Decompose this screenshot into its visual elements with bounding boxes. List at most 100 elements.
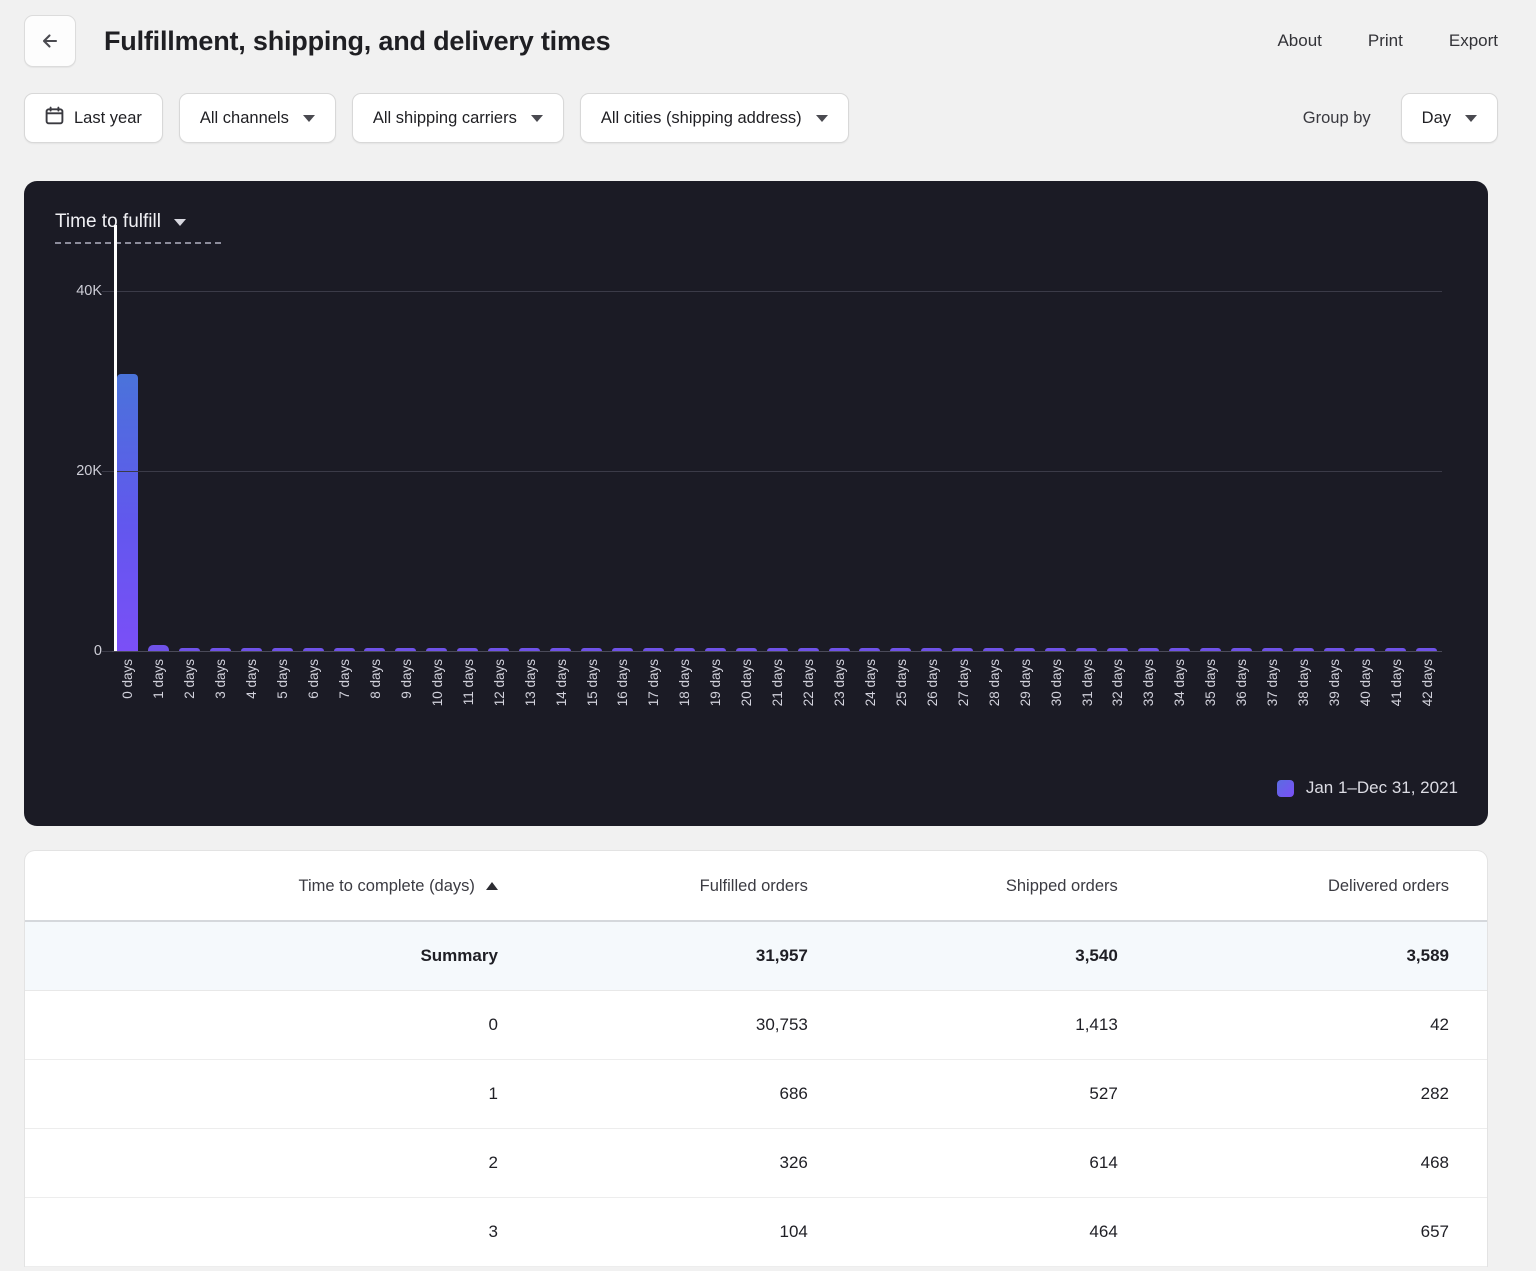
x-axis: 0 days 1 days 2 days 3 days 4 days 5 days 6 da… — [112, 653, 1442, 773]
plot-canvas[interactable] — [102, 225, 1442, 652]
chevron-down-icon — [173, 218, 186, 226]
chevron-down-icon — [302, 114, 315, 122]
date-range-filter[interactable]: Last year — [24, 93, 163, 143]
back-button[interactable] — [24, 15, 76, 67]
plot-area: 0 20K 40K 0 days 1 days 2 days 3 days 4 days 5 … — [24, 225, 1488, 826]
x-axis-tick: 6 days — [298, 653, 329, 773]
gridline — [102, 651, 1442, 652]
legend-label: Jan 1–Dec 31, 2021 — [1305, 778, 1458, 797]
hover-crosshair — [113, 225, 117, 651]
channels-filter[interactable]: All channels — [178, 93, 336, 143]
carriers-filter[interactable]: All shipping carriers — [351, 93, 564, 143]
x-axis-tick: 0 days — [112, 653, 143, 773]
x-axis-tick-label: 6 days — [306, 659, 322, 699]
column-header-delivered[interactable]: Delivered orders — [1147, 851, 1487, 922]
x-axis-tick: 8 days — [360, 653, 391, 773]
x-axis-tick-label: 31 days — [1079, 659, 1095, 707]
cell-days: 0 — [25, 990, 528, 1060]
metric-underline — [55, 242, 222, 244]
x-axis-tick-label: 26 days — [924, 659, 940, 707]
x-axis-tick-label: 27 days — [955, 659, 971, 707]
table-row-summary: Summary 31,957 3,540 3,589 — [25, 921, 1487, 991]
x-axis-tick-label: 30 days — [1048, 659, 1064, 707]
x-axis-tick: 38 days — [1288, 653, 1319, 773]
cell-fulfilled: 30,753 — [527, 990, 838, 1060]
x-axis-tick: 36 days — [1226, 653, 1257, 773]
x-axis-tick: 34 days — [1164, 653, 1195, 773]
gridline — [102, 471, 1442, 472]
data-table-card: Time to complete (days) Fulfilled orders… — [24, 850, 1488, 1267]
x-axis-tick-label: 18 days — [677, 659, 693, 707]
group-by-value: Day — [1421, 108, 1451, 127]
x-axis-tick-label: 24 days — [862, 659, 878, 707]
x-axis-tick: 27 days — [947, 653, 978, 773]
x-axis-tick: 33 days — [1133, 653, 1164, 773]
x-axis-tick: 29 days — [1009, 653, 1040, 773]
x-axis-tick-label: 35 days — [1203, 659, 1219, 707]
cell-shipped: 527 — [837, 1059, 1148, 1129]
x-axis-tick-label: 37 days — [1265, 659, 1281, 707]
x-axis-tick-label: 16 days — [615, 659, 631, 707]
about-link[interactable]: About — [1277, 31, 1321, 51]
x-axis-tick: 21 days — [762, 653, 793, 773]
x-axis-tick-label: 15 days — [584, 659, 600, 707]
x-axis-tick: 10 days — [421, 653, 452, 773]
table-head: Time to complete (days) Fulfilled orders… — [25, 851, 1487, 922]
x-axis-tick-label: 13 days — [522, 659, 538, 707]
summary-shipped: 3,540 — [837, 921, 1148, 991]
x-axis-tick: 37 days — [1257, 653, 1288, 773]
x-axis-tick: 4 days — [236, 653, 267, 773]
cell-fulfilled: 686 — [527, 1059, 838, 1129]
cell-fulfilled: 326 — [527, 1128, 838, 1198]
column-header-fulfilled[interactable]: Fulfilled orders — [527, 851, 838, 922]
x-axis-tick-label: 34 days — [1172, 659, 1188, 707]
date-range-label: Last year — [74, 108, 142, 127]
chart-panel: Time to fulfill 0 20K 40K 0 days 1 days 2 da… — [24, 181, 1488, 826]
x-axis-tick: 17 days — [638, 653, 669, 773]
cell-days: 3 — [25, 1197, 528, 1267]
metric-selector-row: Time to fulfill — [55, 211, 222, 233]
channels-label: All channels — [199, 108, 289, 127]
x-axis-tick-label: 7 days — [337, 659, 353, 699]
x-axis-tick-label: 22 days — [801, 659, 817, 707]
x-axis-tick: 23 days — [824, 653, 855, 773]
cell-delivered: 282 — [1147, 1059, 1487, 1129]
x-axis-tick: 32 days — [1102, 653, 1133, 773]
print-link[interactable]: Print — [1368, 31, 1403, 51]
column-header-shipped[interactable]: Shipped orders — [837, 851, 1148, 922]
cell-delivered: 468 — [1147, 1128, 1487, 1198]
x-axis-tick: 28 days — [978, 653, 1009, 773]
table-row[interactable]: 2 326 614 468 — [25, 1128, 1487, 1198]
chevron-down-icon — [1465, 114, 1477, 122]
cities-filter[interactable]: All cities (shipping address) — [579, 93, 849, 143]
x-axis-tick: 25 days — [885, 653, 916, 773]
x-axis-tick-label: 4 days — [244, 659, 260, 699]
cell-shipped: 1,413 — [837, 990, 1148, 1060]
x-axis-tick-label: 28 days — [986, 659, 1002, 707]
x-axis-tick: 31 days — [1071, 653, 1102, 773]
x-axis-tick: 24 days — [855, 653, 886, 773]
carriers-label: All shipping carriers — [372, 108, 517, 127]
x-axis-tick-label: 33 days — [1141, 659, 1157, 707]
x-axis-tick: 1 days — [143, 653, 174, 773]
x-axis-tick-label: 10 days — [429, 659, 445, 707]
group-by-select[interactable]: Day — [1400, 93, 1498, 143]
metric-selector[interactable]: Time to fulfill — [55, 211, 222, 244]
x-axis-tick-label: 29 days — [1017, 659, 1033, 707]
x-axis-tick-label: 5 days — [275, 659, 291, 699]
page-header: Fulfillment, shipping, and delivery time… — [0, 0, 1536, 82]
x-axis-tick-label: 9 days — [398, 659, 414, 699]
export-link[interactable]: Export — [1449, 31, 1498, 51]
y-axis-tick-label: 20K — [76, 463, 102, 479]
cell-days: 1 — [25, 1059, 528, 1129]
x-axis-tick-label: 14 days — [553, 659, 569, 707]
table-row[interactable]: 3 104 464 657 — [25, 1197, 1487, 1267]
x-axis-tick-label: 8 days — [367, 659, 383, 699]
table-row[interactable]: 1 686 527 282 — [25, 1059, 1487, 1129]
summary-delivered: 3,589 — [1147, 921, 1487, 991]
legend-swatch — [1276, 779, 1294, 797]
cell-shipped: 614 — [837, 1128, 1148, 1198]
table-row[interactable]: 0 30,753 1,413 42 — [25, 990, 1487, 1060]
x-axis-tick: 12 days — [483, 653, 514, 773]
column-header-days[interactable]: Time to complete (days) — [25, 851, 528, 922]
